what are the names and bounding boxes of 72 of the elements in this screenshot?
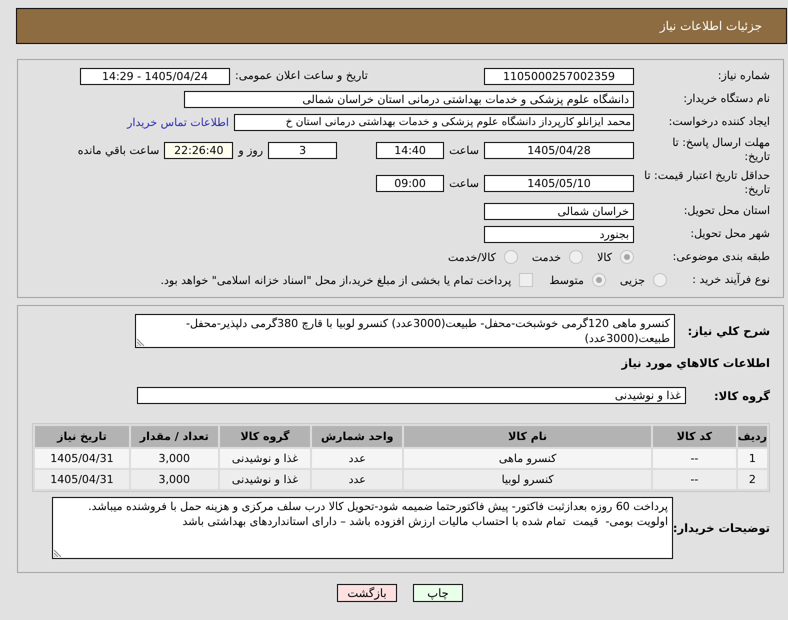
field-label: مهلت ارسال پاسخ: تا تاریخ:: [671, 136, 770, 164]
print-button[interactable]: چاپ: [413, 584, 463, 602]
table-cell: 3,000: [130, 470, 218, 489]
text-field[interactable]: 22:26:40: [164, 142, 234, 158]
text-field[interactable]: 1405/04/24 - 14:29: [80, 68, 230, 84]
table-cell: --: [653, 449, 736, 468]
field-caption: ساعت: [449, 176, 479, 190]
description-box[interactable]: کنسرو ماهی 120گرمی خوشبخت-محفل- طبیعت(3000عدد) کنسرو لوبیا با قارچ 380گرمی دلپذیر-محفل-طبیعت(3000عدد): [135, 314, 675, 348]
radio-button[interactable]: [653, 273, 667, 287]
table-cell: 1: [738, 449, 767, 468]
column-header: نام کالا: [404, 426, 652, 447]
table-cell: عدد: [312, 449, 402, 468]
column-header: واحد شمارش: [312, 426, 402, 447]
table-cell: 2: [738, 470, 767, 489]
radio-button[interactable]: [592, 273, 606, 287]
field-label: شرح کلي نیاز:: [686, 324, 770, 338]
checkbox-label: پرداخت تمام یا بخشی از مبلغ خرید،از محل "اسناد خزانه اسلامی" خواهد بود.: [160, 274, 512, 286]
radio-button[interactable]: [504, 250, 518, 264]
column-header: گروه کالا: [220, 426, 310, 447]
field-caption: روز و: [238, 144, 264, 156]
column-header: تاریخ نیاز: [35, 426, 129, 447]
section-title: اطلاعات کالاهاي مورد نیاز: [620, 356, 770, 372]
text-field[interactable]: 3: [268, 142, 338, 158]
field-label: استان محل تحویل:: [682, 204, 770, 218]
table-cell: غذا و نوشیدنی: [220, 470, 310, 489]
text-field[interactable]: دانشگاه علوم پزشکی و خدمات بهداشتی درمانی استان خراسان شمالی: [184, 90, 634, 108]
field-label: توضیحات خریدار:: [673, 521, 770, 535]
column-header: تعداد / مقدار: [130, 426, 218, 447]
table-cell: غذا و نوشیدنی: [220, 449, 310, 468]
page-title: جزئیات اطلاعات نیاز: [660, 19, 762, 33]
notes-box[interactable]: پرداخت 60 روزه بعدازثبت فاکتور- پیش فاکتورحتما ضمیمه شود-تحویل کالا درب سلف مرکزی و هزینه حمل با فروشنده میباشد. اولویت بومی- قیمت تمام شده با احتساب مالیات ارزش افزوده باشد – دارای استانداردهای بهداشتی باشد: [52, 497, 673, 559]
table-cell: --: [653, 470, 736, 489]
option-label: خدمت: [532, 250, 562, 264]
field-label: حداقل تاریخ اعتبار قیمت: تا تاریخ:: [644, 169, 770, 197]
field-label: تاریخ و ساعت اعلان عمومی:: [235, 69, 368, 83]
column-header: کد کالا: [653, 426, 736, 447]
radio-button[interactable]: [620, 250, 634, 264]
radio-button[interactable]: [569, 250, 584, 264]
text-field[interactable]: خراسان شمالی: [484, 202, 634, 220]
resize-grip-icon[interactable]: [54, 549, 62, 557]
field-label: شماره نیاز:: [716, 69, 770, 83]
field-caption: ساعت باقي مانده: [78, 144, 160, 156]
field-label: گروه کالا:: [713, 388, 770, 402]
checkbox[interactable]: [519, 273, 534, 287]
text-field[interactable]: غذا و نوشیدنی: [137, 387, 686, 404]
table-cell: 3,000: [130, 449, 218, 468]
contact-link[interactable]: اطلاعات تماس خریدار: [127, 116, 229, 128]
field-label: ایجاد کننده درخواست:: [668, 115, 770, 129]
table-cell: عدد: [312, 470, 402, 489]
resize-grip-icon[interactable]: [137, 338, 145, 346]
option-label: متوسط: [549, 274, 584, 286]
column-header: ردیف: [738, 426, 767, 447]
text-field[interactable]: 1105000257002359: [484, 68, 634, 84]
option-label: کالا/خدمت: [448, 250, 496, 264]
field-label: طبقه بندی موضوعی:: [672, 250, 770, 264]
table-cell: کنسرو ماهی: [404, 449, 652, 468]
field-label: شهر محل تحویل:: [689, 227, 770, 241]
table-cell: 1405/04/31: [35, 470, 129, 489]
text-field[interactable]: بجنورد: [484, 226, 634, 242]
back-button[interactable]: بازگشت: [337, 584, 397, 602]
option-label: جزیی: [620, 274, 645, 286]
field-label: نوع فرآیند خرید :: [691, 273, 770, 287]
text-field[interactable]: محمد ایزانلو کارپرداز دانشگاه علوم پزشکی و خدمات بهداشتی درمانی استان خ: [234, 114, 634, 130]
text-field[interactable]: 1405/04/28: [484, 142, 634, 158]
table-cell: کنسرو لوبیا: [404, 470, 652, 489]
option-label: کالا: [597, 250, 612, 264]
field-label: نام دستگاه خریدار:: [682, 92, 770, 106]
text-field[interactable]: 14:40: [376, 142, 444, 158]
text-field[interactable]: 09:00: [376, 174, 444, 192]
field-caption: ساعت: [449, 144, 479, 156]
table-cell: 1405/04/31: [35, 449, 129, 468]
text-field[interactable]: 1405/05/10: [484, 174, 634, 192]
